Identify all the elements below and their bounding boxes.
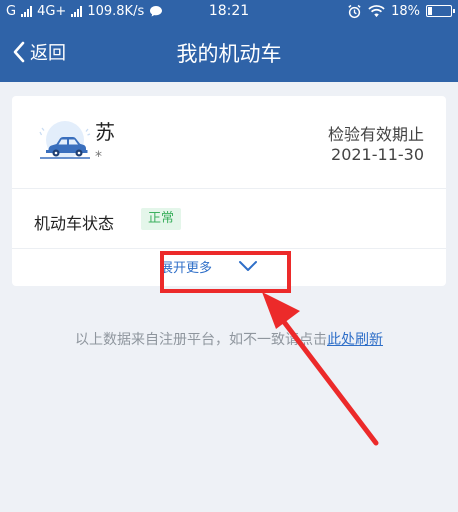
plate-type: *: [95, 149, 102, 165]
car-icon: [34, 118, 96, 166]
card-divider-2: [12, 248, 446, 249]
status-bar: G 4G+ 109.8K/s 18:21 18%: [0, 0, 458, 22]
plate-number: 苏: [95, 120, 115, 144]
battery-icon: [426, 5, 455, 17]
card-divider: [12, 188, 446, 189]
navigation-bar: 返回 我的机动车: [0, 22, 458, 82]
inspection-label: 检验有效期止: [327, 125, 424, 144]
inspection-date: 2021-11-30: [331, 145, 424, 164]
note-text: 以上数据来自注册平台，如不一致请点击: [75, 332, 327, 348]
page-title: 我的机动车: [176, 42, 282, 66]
clock: 18:21: [208, 3, 250, 19]
vehicle-status-label: 机动车状态: [34, 214, 115, 233]
status-badge: 正常: [141, 208, 182, 230]
refresh-link[interactable]: 此处刷新: [327, 332, 383, 348]
data-source-note: 以上数据来自注册平台，如不一致请点击此处刷新: [0, 329, 458, 349]
annotation-highlight-box: [160, 251, 291, 293]
